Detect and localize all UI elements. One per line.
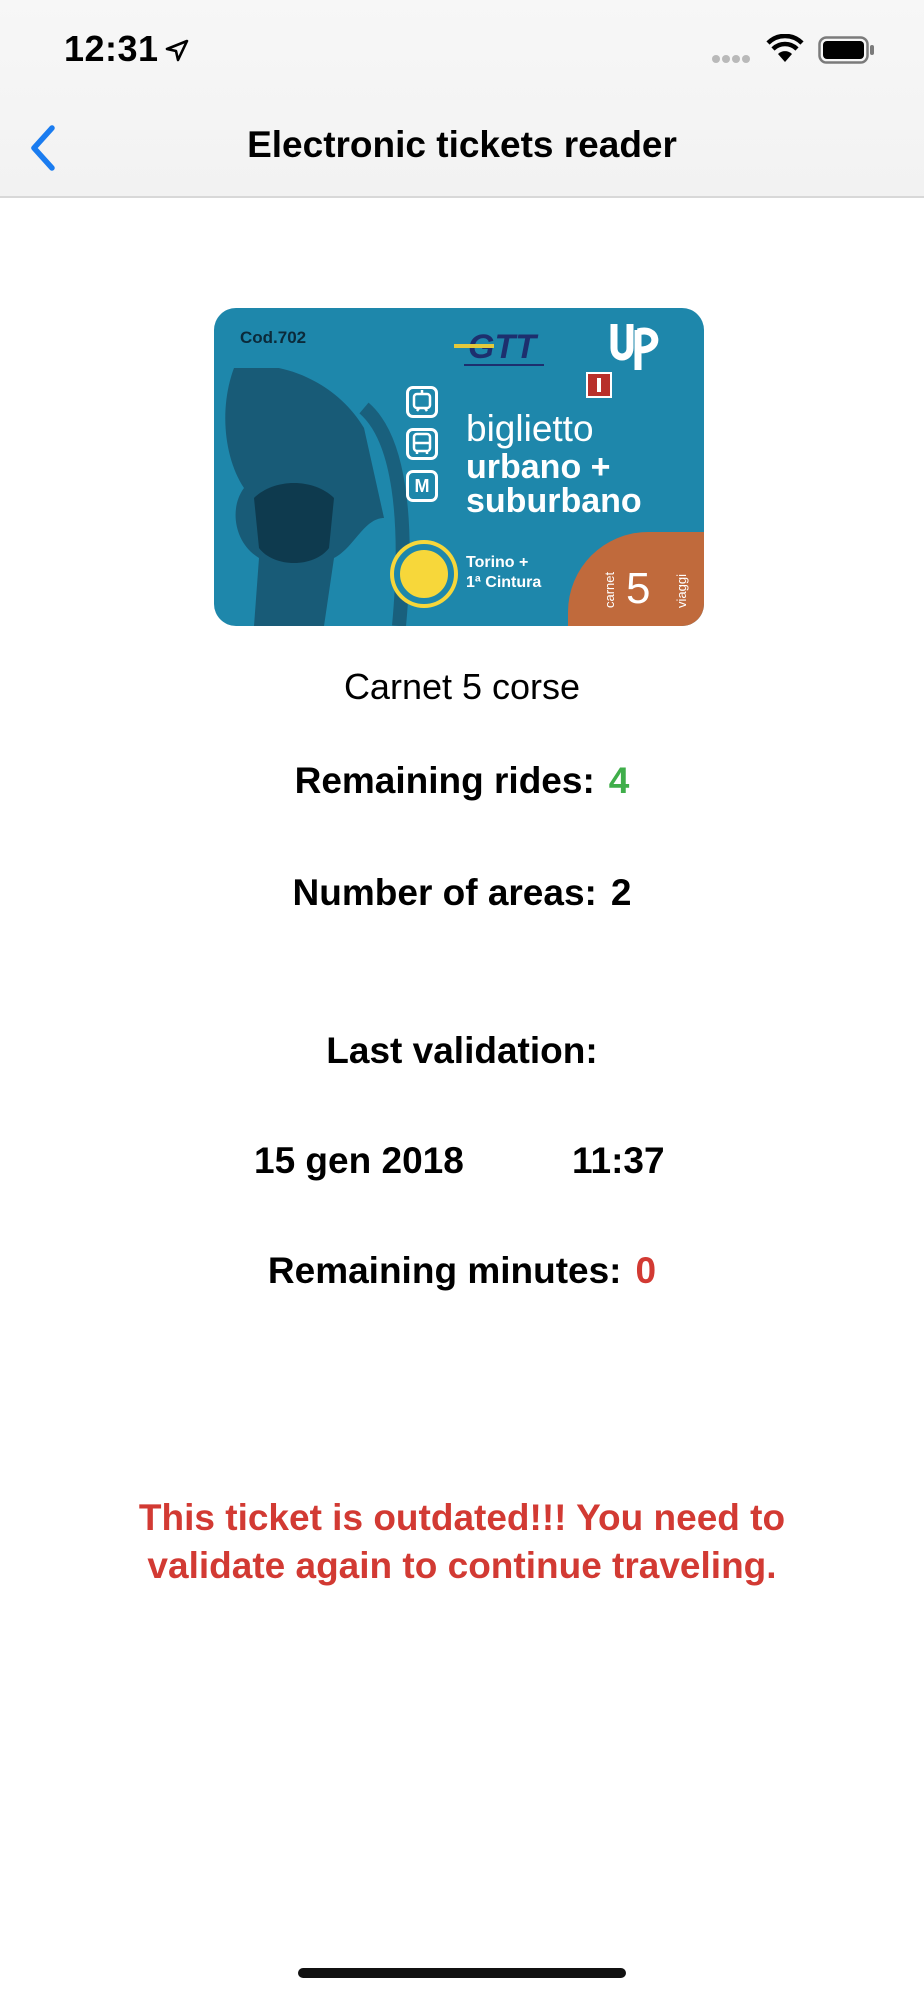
ticket-corner-label1: carnet: [602, 571, 617, 608]
navigation-bar: 12:31 Electronic tickets reader: [0, 0, 924, 198]
ticket-code: Cod.702: [240, 328, 307, 347]
ticket-line1: biglietto: [466, 408, 594, 449]
ticket-corner-label2: viaggi: [674, 574, 689, 608]
ticket-zone1: Torino +: [466, 554, 529, 571]
wifi-icon: [766, 34, 804, 62]
validation-time: 11:37: [572, 1140, 665, 1181]
remaining-rides-label: Remaining rides:: [294, 760, 595, 801]
sun-icon: [394, 544, 454, 604]
battery-icon: [818, 36, 874, 64]
warning-line1: This ticket is outdated!!! You need to: [138, 1497, 786, 1538]
areas-row: Number of areas: 2: [0, 872, 924, 914]
cellular-signal-icon: [712, 50, 754, 63]
ticket-corner-number: 5: [626, 564, 651, 613]
areas-value: 2: [610, 872, 632, 913]
gtt-logo: GTT: [454, 328, 544, 366]
bus-icon: [406, 428, 438, 460]
tram-icon: [406, 386, 438, 418]
location-arrow-icon: [165, 39, 189, 62]
transport-modes: M: [406, 386, 444, 512]
remaining-rides-row: Remaining rides: 4: [0, 760, 924, 802]
home-indicator[interactable]: [298, 1968, 626, 1978]
last-validation-label: Last validation:: [326, 1030, 598, 1071]
ticket-name: Carnet 5 corse: [343, 666, 581, 707]
bull-illustration: [225, 368, 410, 626]
ticket-zone2: 1ª Cintura: [466, 574, 542, 591]
remaining-minutes-label: Remaining minutes:: [267, 1250, 622, 1291]
metro-icon: M: [406, 470, 438, 502]
remaining-rides-value: 4: [608, 760, 630, 801]
up-logo: [610, 324, 659, 370]
remaining-minutes-row: Remaining minutes: 0: [0, 1250, 924, 1292]
page-title: Electronic tickets reader: [247, 124, 677, 165]
ticket-line3: suburbano: [466, 482, 642, 520]
areas-label: Number of areas:: [292, 872, 597, 913]
outdated-warning: This ticket is outdated!!! You need to v…: [0, 1494, 924, 1590]
status-time: 12:31: [64, 28, 159, 69]
warning-line2: validate again to continue traveling.: [147, 1545, 777, 1586]
remaining-minutes-value: 0: [635, 1250, 657, 1291]
ticket-image: Cod.702 GTT M biglietto urbano + suburba…: [214, 308, 704, 626]
validation-date: 15 gen 2018: [254, 1140, 464, 1181]
flag-icon: [586, 372, 612, 398]
